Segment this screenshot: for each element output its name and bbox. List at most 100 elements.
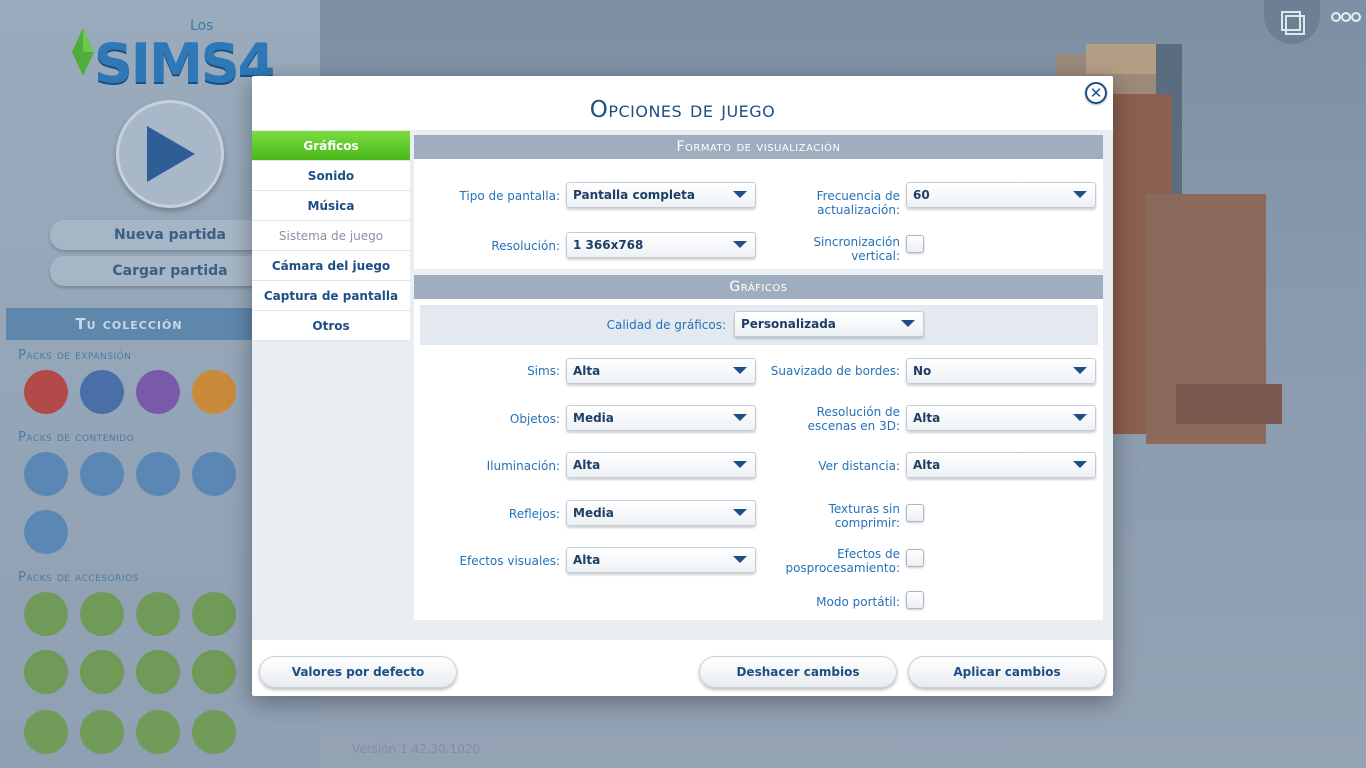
view-distance-value: Alta [913, 458, 941, 472]
play-button[interactable] [116, 100, 224, 208]
more-options-button[interactable] [1326, 0, 1366, 34]
expansion-pack-group-icon[interactable] [136, 370, 180, 414]
sims-quality-dropdown[interactable]: Alta [566, 358, 756, 384]
antialiasing-label: Suavizado de bordes: [770, 364, 900, 378]
dialog-title: Opciones de juego [589, 97, 776, 123]
laptop-mode-checkbox[interactable] [906, 591, 924, 609]
logo-sims-text: SIMS4 [94, 32, 275, 95]
reflections-quality-value: Media [573, 506, 614, 520]
expansion-pack-work-icon[interactable] [192, 370, 236, 414]
defaults-button[interactable]: Valores por defecto [259, 656, 457, 688]
chevron-down-icon [1073, 367, 1087, 374]
lighting-quality-label: Iluminación: [486, 459, 560, 473]
chevron-down-icon [733, 367, 747, 374]
3d-scene-resolution-value: Alta [913, 411, 941, 425]
reflections-quality-dropdown[interactable]: Media [566, 500, 756, 526]
chevron-down-icon [733, 241, 747, 248]
accessory-pack-8-icon[interactable] [192, 650, 236, 694]
vsync-checkbox[interactable] [906, 235, 924, 253]
apply-changes-button[interactable]: Aplicar cambios [908, 656, 1106, 688]
chevron-down-icon [1073, 414, 1087, 421]
accessory-packs-heading: Packs de accesorios [18, 570, 139, 585]
uncompressed-textures-label: Texturas sin comprimir: [828, 502, 900, 530]
reflections-quality-label: Reflejos: [508, 507, 560, 521]
chevron-down-icon [1073, 191, 1087, 198]
collection-title: Tu colección [6, 308, 252, 340]
accessory-pack-10-icon[interactable] [80, 710, 124, 754]
tab-game-system[interactable]: Sistema de juego [252, 221, 410, 251]
postprocessing-checkbox[interactable] [906, 549, 924, 567]
display-format-section: Formato de visualización Tipo de pantall… [414, 135, 1103, 269]
close-icon: ✕ [1089, 83, 1103, 102]
content-packs-heading: Packs de contenido [18, 430, 135, 445]
lighting-quality-dropdown[interactable]: Alta [566, 452, 756, 478]
accessory-pack-12-icon[interactable] [192, 710, 236, 754]
laptop-mode-label: Modo portátil: [816, 595, 900, 609]
play-icon [147, 126, 195, 182]
content-pack-5-icon[interactable] [24, 510, 68, 554]
visual-effects-dropdown[interactable]: Alta [566, 547, 756, 573]
graphics-quality-value: Personalizada [741, 317, 836, 331]
objects-quality-value: Media [573, 411, 614, 425]
more-dots-icon [1331, 12, 1361, 22]
tab-sound[interactable]: Sonido [252, 161, 410, 191]
accessory-pack-9-icon[interactable] [24, 710, 68, 754]
accessory-pack-6-icon[interactable] [80, 650, 124, 694]
resolution-dropdown[interactable]: 1 366x768 [566, 232, 756, 258]
screen-type-dropdown[interactable]: Pantalla completa [566, 182, 756, 208]
lighting-quality-value: Alta [573, 458, 601, 472]
game-options-dialog: Opciones de juego ✕ Gráficos Sonido Músi… [252, 76, 1113, 696]
view-distance-label: Ver distancia: [818, 459, 900, 473]
accessory-pack-4-icon[interactable] [192, 592, 236, 636]
content-pack-1-icon[interactable] [24, 452, 68, 496]
3d-scene-resolution-label: Resolución de escenas en 3D: [807, 405, 900, 433]
refresh-rate-dropdown[interactable]: 60 [906, 182, 1096, 208]
undo-changes-button[interactable]: Deshacer cambios [699, 656, 897, 688]
accessory-pack-5-icon[interactable] [24, 650, 68, 694]
objects-quality-dropdown[interactable]: Media [566, 405, 756, 431]
accessory-pack-2-icon[interactable] [80, 592, 124, 636]
options-tabs: Gráficos Sonido Música Sistema de juego … [252, 131, 410, 341]
expansion-pack-pets-icon[interactable] [24, 370, 68, 414]
accessory-pack-11-icon[interactable] [136, 710, 180, 754]
gallery-button[interactable] [1264, 0, 1320, 44]
antialiasing-value: No [913, 364, 932, 378]
accessory-pack-3-icon[interactable] [136, 592, 180, 636]
chevron-down-icon [733, 414, 747, 421]
tab-screenshot[interactable]: Captura de pantalla [252, 281, 410, 311]
chevron-down-icon [1073, 461, 1087, 468]
screen-type-value: Pantalla completa [573, 188, 695, 202]
screen-type-label: Tipo de pantalla: [459, 189, 560, 203]
graphics-quality-label: Calidad de gráficos: [606, 318, 726, 332]
accessory-pack-1-icon[interactable] [24, 592, 68, 636]
uncompressed-textures-checkbox[interactable] [906, 504, 924, 522]
3d-scene-resolution-dropdown[interactable]: Alta [906, 405, 1096, 431]
content-pack-2-icon[interactable] [80, 452, 124, 496]
view-distance-dropdown[interactable]: Alta [906, 452, 1096, 478]
refresh-rate-label: Frecuencia de actualización: [816, 189, 900, 217]
content-pack-4-icon[interactable] [192, 452, 236, 496]
tab-camera[interactable]: Cámara del juego [252, 251, 410, 281]
tab-other[interactable]: Otros [252, 311, 410, 341]
visual-effects-value: Alta [573, 553, 601, 567]
accessory-pack-7-icon[interactable] [136, 650, 180, 694]
gallery-icon [1281, 11, 1305, 35]
tab-graphics[interactable]: Gráficos [252, 131, 410, 161]
chevron-down-icon [901, 320, 915, 327]
sims-quality-label: Sims: [527, 364, 560, 378]
expansion-packs-heading: Packs de expansión [18, 348, 132, 363]
dialog-body: Gráficos Sonido Música Sistema de juego … [252, 130, 1113, 640]
graphics-quality-dropdown[interactable]: Personalizada [734, 311, 924, 337]
content-pack-3-icon[interactable] [136, 452, 180, 496]
tab-music[interactable]: Música [252, 191, 410, 221]
chevron-down-icon [733, 509, 747, 516]
refresh-rate-value: 60 [913, 188, 930, 202]
graphics-section: Gráficos Calidad de gráficos: Personaliz… [414, 275, 1103, 620]
resolution-label: Resolución: [491, 239, 560, 253]
postprocessing-label: Efectos de posprocesamiento: [785, 547, 900, 575]
objects-quality-label: Objetos: [509, 412, 560, 426]
antialiasing-dropdown[interactable]: No [906, 358, 1096, 384]
close-button[interactable]: ✕ [1085, 82, 1107, 104]
vsync-label: Sincronización vertical: [813, 235, 900, 263]
expansion-pack-city-icon[interactable] [80, 370, 124, 414]
